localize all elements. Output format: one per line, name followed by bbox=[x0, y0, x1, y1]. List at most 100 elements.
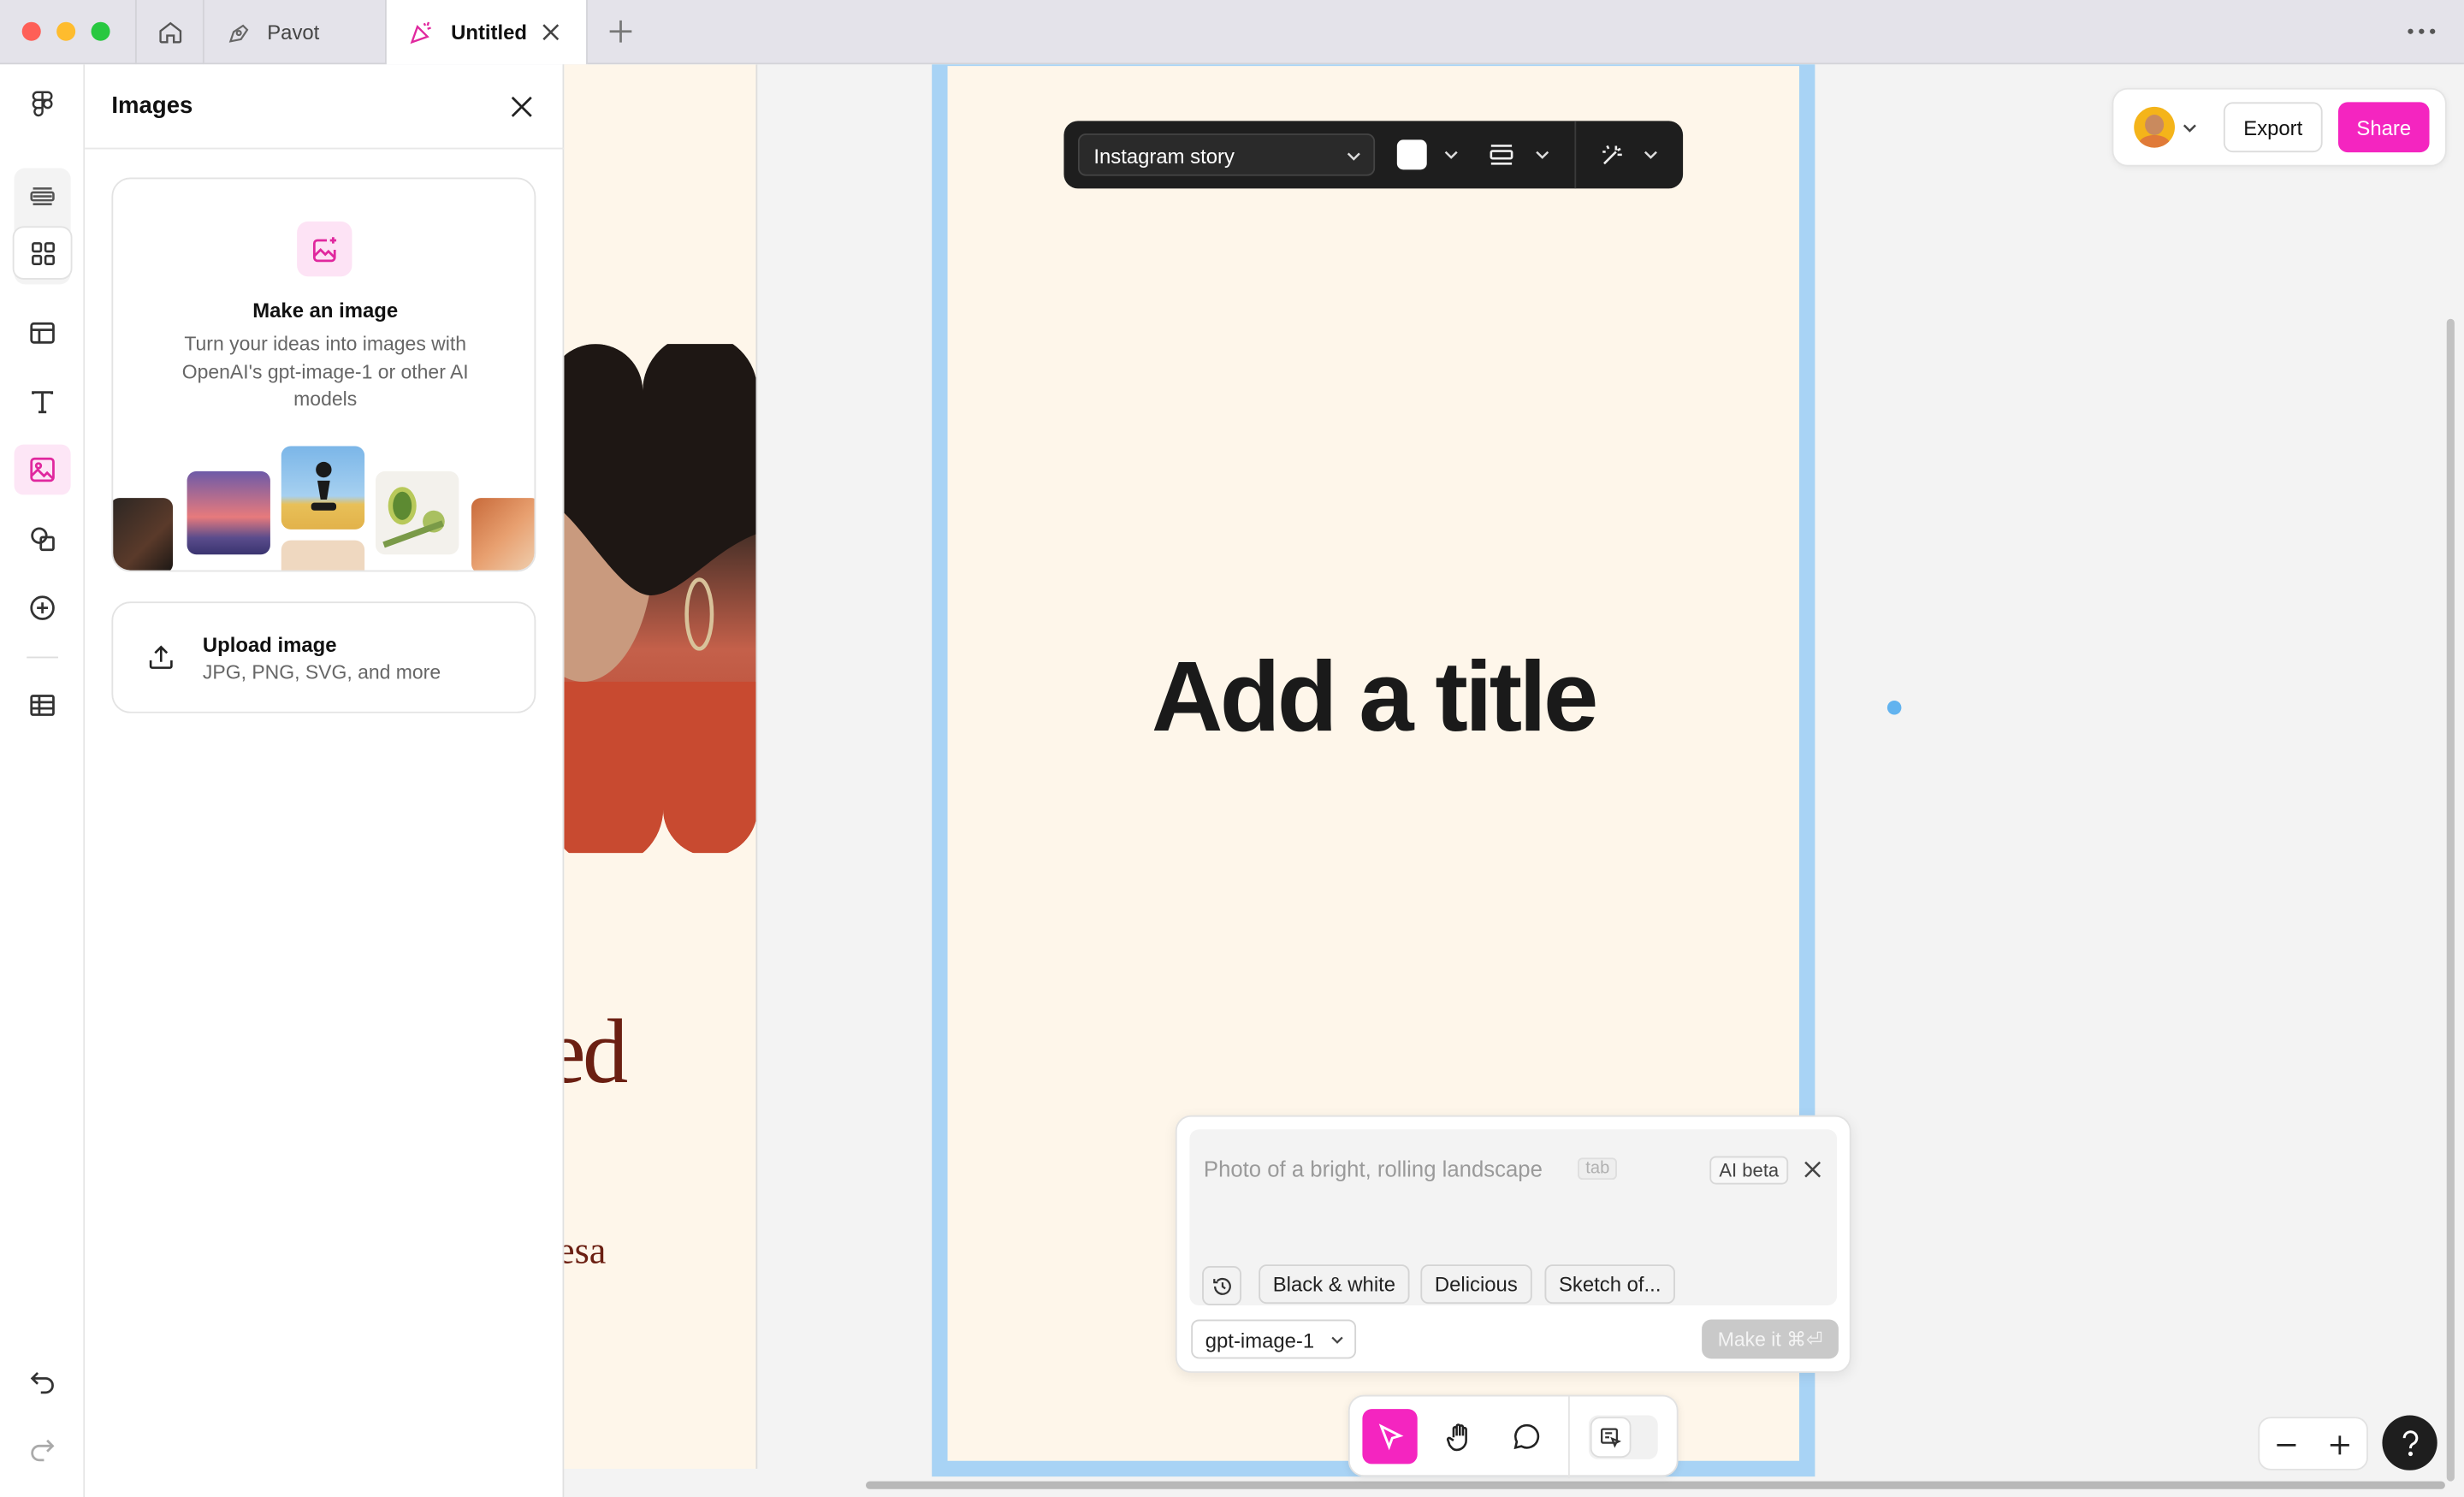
history-button[interactable] bbox=[1202, 1266, 1241, 1305]
party-icon bbox=[410, 21, 431, 44]
comment-icon bbox=[1513, 1423, 1540, 1450]
sparkle-image-icon bbox=[312, 236, 336, 262]
zoom-in-icon[interactable] bbox=[2329, 1435, 2351, 1457]
close-panel-button[interactable] bbox=[509, 94, 534, 119]
make-it-button[interactable]: Make it ⌘⏎ bbox=[1702, 1319, 1839, 1359]
maximize-window-button[interactable] bbox=[91, 21, 110, 41]
chevron-down-icon[interactable] bbox=[2183, 122, 2197, 133]
more-menu-button[interactable] bbox=[2404, 19, 2438, 44]
pen-icon bbox=[228, 23, 249, 42]
avatar-body bbox=[2138, 134, 2171, 148]
plus-circle-icon bbox=[30, 595, 55, 620]
tab-label: Untitled bbox=[451, 20, 528, 44]
suggestion-chip[interactable]: Black & white bbox=[1259, 1264, 1410, 1305]
layout-icon bbox=[30, 322, 55, 344]
help-button[interactable] bbox=[2382, 1415, 2437, 1470]
undo-button[interactable] bbox=[15, 1356, 71, 1406]
preview-thumbnail-portrait bbox=[113, 498, 174, 571]
tab-label: Pavot bbox=[267, 20, 320, 44]
share-button[interactable]: Share bbox=[2338, 102, 2430, 153]
main-menu-button[interactable] bbox=[15, 80, 71, 131]
avatar-face bbox=[2145, 115, 2165, 135]
close-tab-icon[interactable] bbox=[541, 22, 561, 43]
assets-view-button[interactable] bbox=[14, 228, 71, 279]
bottom-toolbar bbox=[1348, 1394, 1679, 1478]
suggestion-chip[interactable]: Delicious bbox=[1420, 1264, 1532, 1305]
window-titlebar: Pavot Untitled bbox=[0, 0, 2464, 65]
model-select[interactable]: gpt-image-1 bbox=[1191, 1319, 1357, 1359]
fill-color-swatch[interactable] bbox=[1396, 139, 1427, 170]
make-image-card[interactable]: Make an image Turn your ideas into image… bbox=[111, 177, 536, 572]
share-export-bar: Export Share bbox=[2112, 87, 2447, 167]
table-icon bbox=[30, 695, 55, 716]
cursor-icon bbox=[1377, 1423, 1403, 1450]
hand-icon bbox=[1445, 1423, 1467, 1451]
left-frame[interactable]: ed esa bbox=[564, 64, 758, 1469]
frame-resize-handle[interactable] bbox=[1886, 700, 1902, 715]
chevron-down-icon[interactable] bbox=[1644, 149, 1658, 160]
ai-image-badge bbox=[297, 221, 352, 277]
table-tool-button[interactable] bbox=[15, 680, 71, 731]
size-preset-select[interactable]: Instagram story bbox=[1077, 133, 1376, 176]
preview-thumbnail-sunset bbox=[187, 470, 270, 555]
horizontal-scrollbar[interactable] bbox=[866, 1481, 2445, 1489]
question-mark-icon bbox=[2402, 1429, 2418, 1456]
magic-wand-icon[interactable] bbox=[1600, 141, 1626, 168]
undo-icon bbox=[30, 1371, 54, 1394]
align-icon[interactable] bbox=[1488, 141, 1514, 168]
redo-button[interactable] bbox=[15, 1423, 71, 1474]
export-button[interactable]: Export bbox=[2223, 102, 2323, 153]
comment-tool-button[interactable] bbox=[1499, 1409, 1554, 1464]
preview-thumbnail-hand bbox=[471, 498, 535, 571]
close-icon[interactable] bbox=[1803, 1159, 1823, 1180]
toolbar-divider bbox=[1568, 1396, 1570, 1478]
image-icon bbox=[30, 457, 55, 482]
panel-header-divider bbox=[85, 147, 565, 150]
frame-title-text[interactable]: Add a title bbox=[948, 641, 1799, 754]
leaf-shape bbox=[382, 520, 444, 548]
home-icon bbox=[158, 21, 181, 44]
text-icon bbox=[32, 391, 54, 414]
left-frame-heading: ed bbox=[564, 1000, 628, 1104]
text-tool-button[interactable] bbox=[15, 377, 71, 428]
scalloped-photo bbox=[564, 344, 756, 854]
minimize-window-button[interactable] bbox=[56, 21, 76, 41]
grid-icon bbox=[31, 241, 55, 265]
templates-tool-button[interactable] bbox=[15, 308, 71, 358]
shapes-tool-button[interactable] bbox=[15, 513, 71, 564]
zoom-out-icon[interactable] bbox=[2276, 1435, 2298, 1457]
tab-key-hint: tab bbox=[1578, 1157, 1618, 1180]
left-frame-subtext: esa bbox=[564, 1231, 607, 1273]
ai-beta-badge: AI beta bbox=[1709, 1156, 1789, 1185]
model-select-value: gpt-image-1 bbox=[1205, 1328, 1315, 1353]
chevron-down-icon bbox=[1331, 1336, 1343, 1344]
chevron-down-icon bbox=[1347, 152, 1360, 161]
add-plugin-button[interactable] bbox=[15, 583, 71, 633]
dev-mode-toggle[interactable] bbox=[1588, 1415, 1658, 1459]
ai-prompt-dialog: Photo of a bright, rolling landscape tab… bbox=[1175, 1115, 1851, 1373]
tab-pavot[interactable]: Pavot bbox=[204, 0, 387, 65]
new-tab-button[interactable] bbox=[607, 17, 635, 45]
chevron-down-icon[interactable] bbox=[1535, 149, 1549, 160]
upload-image-card[interactable]: Upload image JPG, PNG, SVG, and more bbox=[111, 601, 536, 713]
rail-divider bbox=[27, 656, 58, 659]
redo-icon bbox=[31, 1439, 55, 1462]
shapes-icon bbox=[31, 527, 55, 552]
tab-untitled[interactable]: Untitled bbox=[386, 0, 588, 65]
suggestion-chip[interactable]: Sketch of... bbox=[1544, 1264, 1676, 1305]
preview-thumbnail-product bbox=[281, 540, 365, 571]
avatar[interactable] bbox=[2134, 106, 2175, 148]
prompt-input-area[interactable]: Photo of a bright, rolling landscape tab… bbox=[1189, 1129, 1838, 1305]
toggle-knob bbox=[1591, 1418, 1630, 1457]
images-tool-button[interactable] bbox=[14, 444, 71, 495]
ellipsis-icon bbox=[2408, 28, 2436, 34]
vertical-scrollbar[interactable] bbox=[2446, 318, 2455, 1482]
chevron-down-icon[interactable] bbox=[1444, 149, 1459, 160]
hand-tool-button[interactable] bbox=[1431, 1409, 1486, 1464]
close-window-button[interactable] bbox=[21, 21, 41, 41]
home-tab[interactable] bbox=[134, 0, 204, 65]
tool-rail bbox=[0, 64, 86, 1497]
move-tool-button[interactable] bbox=[1362, 1409, 1418, 1464]
plus-icon bbox=[609, 20, 632, 43]
layers-view-button[interactable] bbox=[15, 171, 71, 222]
